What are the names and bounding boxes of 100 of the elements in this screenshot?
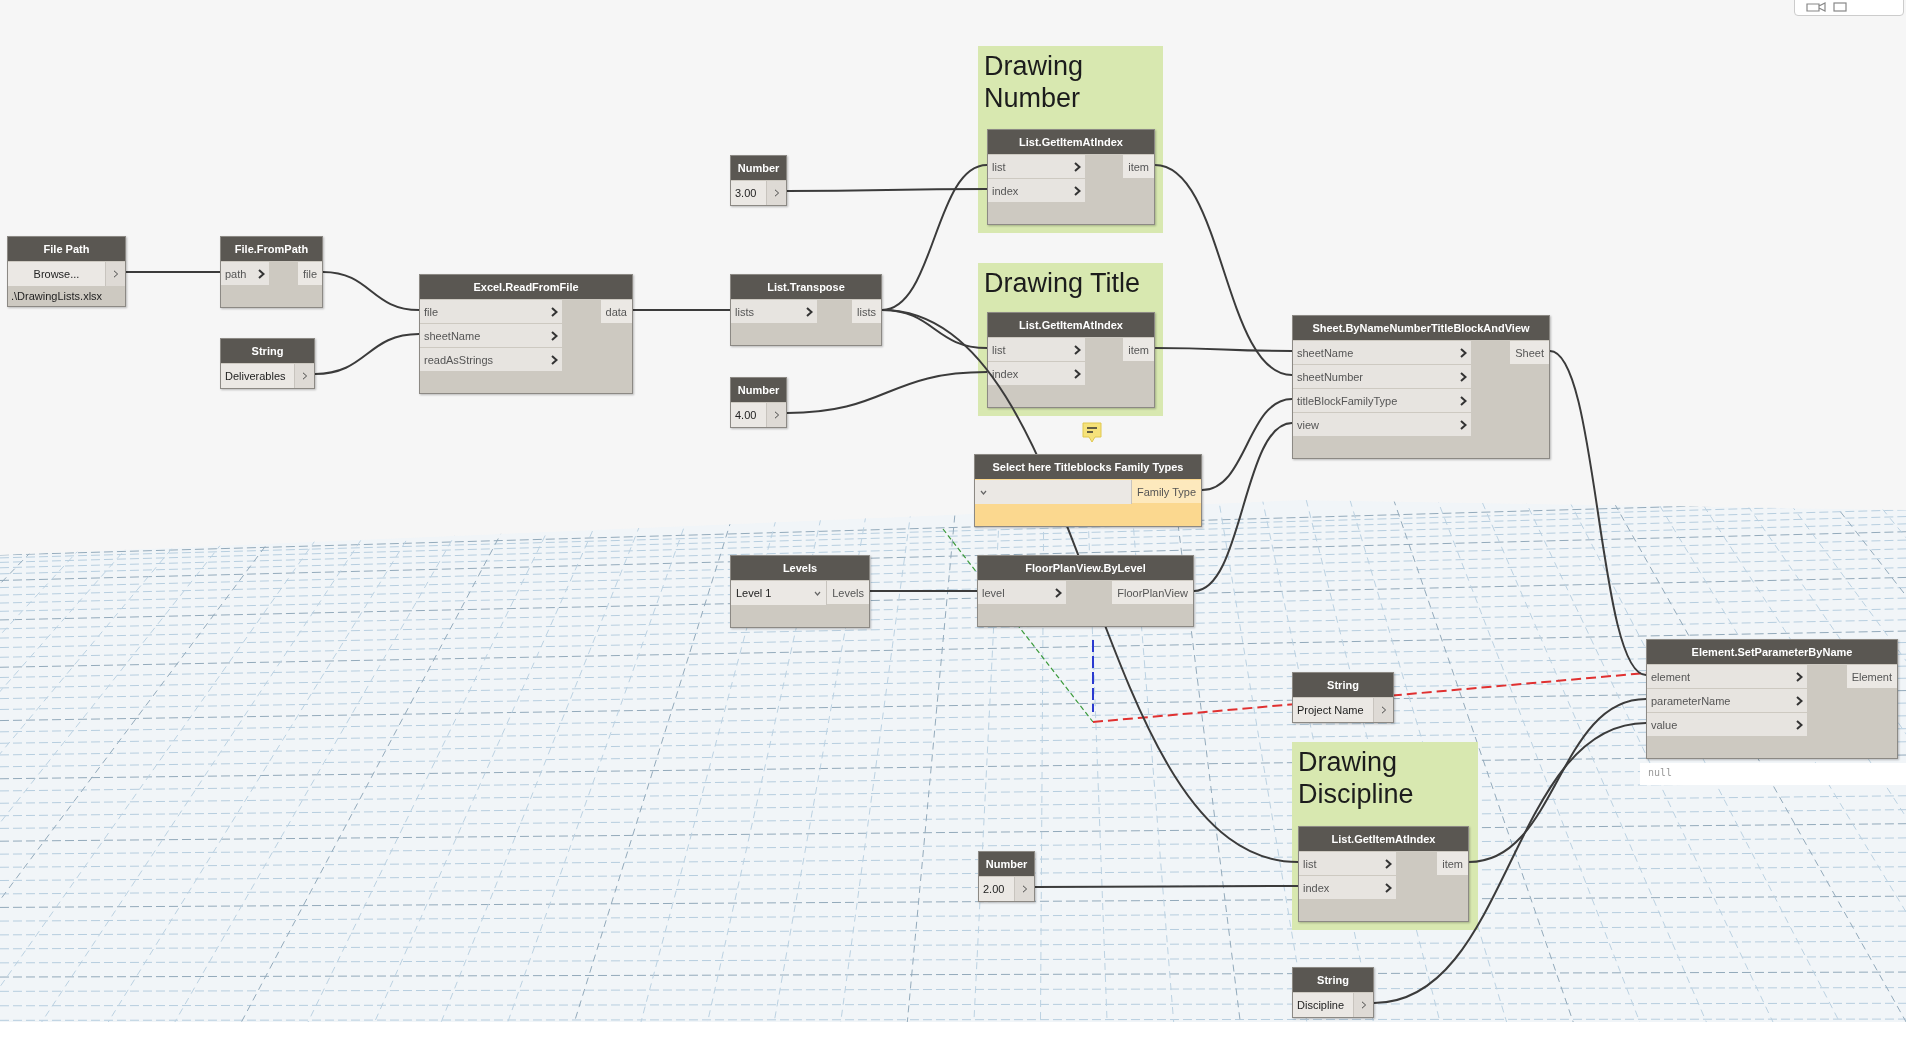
chevron-icon — [806, 306, 813, 317]
node-title: List.GetItemAtIndex — [988, 313, 1154, 337]
input-port[interactable]: path — [221, 262, 269, 285]
group-title: Drawing Discipline — [1298, 746, 1415, 810]
output-port[interactable]: file — [297, 262, 322, 285]
node-group[interactable]: Drawing Number List.GetItemAtIndex list index item — [978, 46, 1163, 233]
chevron-icon — [1460, 419, 1467, 430]
output-port[interactable] — [766, 403, 786, 427]
output-port[interactable] — [294, 364, 314, 388]
chevron-icon — [1460, 347, 1467, 358]
value-field[interactable]: Project Name — [1293, 698, 1373, 722]
node[interactable]: File.FromPath path file — [220, 236, 323, 308]
node-title: Select here Titleblocks Family Types — [975, 455, 1201, 479]
chevron-icon — [1385, 858, 1392, 869]
node[interactable]: String Deliverables — [220, 338, 315, 389]
value-field[interactable]: 2.00 — [979, 877, 1014, 901]
node-title: FloorPlanView.ByLevel — [978, 556, 1193, 580]
node-title: Number — [979, 852, 1034, 876]
node-title: String — [221, 339, 314, 363]
input-port[interactable]: list — [988, 338, 1085, 361]
node-title: Sheet.ByNameNumberTitleBlockAndView — [1293, 316, 1549, 340]
node-title: Excel.ReadFromFile — [420, 275, 632, 299]
output-port[interactable]: item — [1123, 338, 1154, 361]
node[interactable]: File Path Browse... .\DrawingLists.xlsx — [7, 236, 126, 307]
input-port[interactable]: sheetName — [1293, 341, 1471, 364]
output-port[interactable]: Levels — [827, 581, 869, 604]
node[interactable]: List.GetItemAtIndex list index item — [987, 129, 1155, 225]
value-field[interactable]: 4.00 — [731, 403, 766, 427]
node[interactable]: List.GetItemAtIndex list index item — [1298, 826, 1469, 922]
input-port[interactable]: level — [978, 581, 1066, 604]
chevron-icon — [1796, 695, 1803, 706]
node[interactable]: Element.SetParameterByName element parameterName value Element — [1646, 639, 1898, 759]
node[interactable]: Number 2.00 — [978, 851, 1035, 902]
input-port[interactable]: index — [988, 362, 1085, 385]
output-port[interactable]: FloorPlanView — [1112, 581, 1193, 604]
box-icon[interactable] — [1833, 2, 1847, 12]
node[interactable]: Excel.ReadFromFile file sheetName readAsStrings data — [419, 274, 633, 394]
output-port[interactable] — [1373, 698, 1393, 722]
chevron-icon — [1360, 1001, 1367, 1009]
output-port[interactable]: Family Type — [1131, 480, 1201, 503]
input-port[interactable]: readAsStrings — [420, 348, 562, 371]
input-port[interactable]: sheetNumber — [1293, 365, 1471, 388]
input-port[interactable]: view — [1293, 413, 1471, 436]
node-title: File.FromPath — [221, 237, 322, 261]
chevron-icon — [773, 189, 780, 197]
node[interactable]: String Discipline — [1292, 967, 1374, 1018]
output-port[interactable] — [105, 262, 125, 286]
output-port[interactable]: data — [600, 300, 632, 323]
node[interactable]: Levels Level 1 Levels — [730, 555, 870, 628]
output-port[interactable]: item — [1437, 852, 1468, 875]
output-port[interactable] — [766, 181, 786, 205]
output-port[interactable]: lists — [852, 300, 881, 323]
node-group[interactable]: Drawing Title List.GetItemAtIndex list index item — [978, 263, 1163, 416]
node[interactable]: FloorPlanView.ByLevel level FloorPlanView — [977, 555, 1194, 627]
node[interactable]: Number 3.00 — [730, 155, 787, 206]
node-title: List.GetItemAtIndex — [988, 130, 1154, 154]
value-field[interactable]: Deliverables — [221, 364, 294, 388]
chevron-icon — [1385, 882, 1392, 893]
input-port[interactable]: parameterName — [1647, 689, 1807, 712]
input-port[interactable]: index — [1299, 876, 1396, 899]
node[interactable]: Number 4.00 — [730, 377, 787, 428]
camera-icon[interactable] — [1805, 2, 1827, 12]
value-field[interactable]: Discipline — [1293, 993, 1353, 1017]
chevron-icon — [1380, 706, 1387, 714]
dropdown[interactable]: Level 1 — [731, 581, 828, 605]
input-port[interactable]: list — [988, 155, 1085, 178]
chevron-icon — [1074, 344, 1081, 355]
node[interactable]: Sheet.ByNameNumberTitleBlockAndView sheetName sheetNumber titleBlockFamilyType view Sheet — [1292, 315, 1550, 459]
input-port[interactable]: value — [1647, 713, 1807, 736]
output-port[interactable]: item — [1123, 155, 1154, 178]
chevron-icon — [551, 354, 558, 365]
node-title: String — [1293, 673, 1393, 697]
output-port[interactable]: Element — [1846, 665, 1897, 688]
input-port[interactable]: element — [1647, 665, 1807, 688]
input-port[interactable]: index — [988, 179, 1085, 202]
output-port[interactable] — [1353, 993, 1373, 1017]
chevron-icon — [1460, 395, 1467, 406]
input-port[interactable]: titleBlockFamilyType — [1293, 389, 1471, 412]
group-title: Drawing Number — [984, 50, 1085, 114]
value-field[interactable]: 3.00 — [731, 181, 766, 205]
node-title: File Path — [8, 237, 125, 261]
node[interactable]: List.GetItemAtIndex list index item — [987, 312, 1155, 408]
note-icon[interactable] — [1082, 422, 1102, 444]
input-port[interactable]: list — [1299, 852, 1396, 875]
node-title: String — [1293, 968, 1373, 992]
chevron-icon — [1796, 719, 1803, 730]
chevron-icon — [301, 372, 308, 380]
output-port[interactable]: Sheet — [1510, 341, 1549, 364]
output-port[interactable] — [1014, 877, 1034, 901]
node-group[interactable]: Drawing Discipline List.GetItemAtIndex list index item — [1292, 742, 1478, 930]
input-port[interactable]: sheetName — [420, 324, 562, 347]
browse-button[interactable]: Browse... — [8, 262, 105, 286]
node[interactable]: String Project Name — [1292, 672, 1394, 723]
input-port[interactable]: file — [420, 300, 562, 323]
input-port[interactable]: lists — [731, 300, 817, 323]
group-title: Drawing Title — [984, 267, 1142, 299]
node[interactable]: List.Transpose lists lists — [730, 274, 882, 346]
node-title: List.Transpose — [731, 275, 881, 299]
dropdown[interactable] — [975, 480, 1132, 504]
node[interactable]: Select here Titleblocks Family Types Family Type — [974, 454, 1202, 527]
